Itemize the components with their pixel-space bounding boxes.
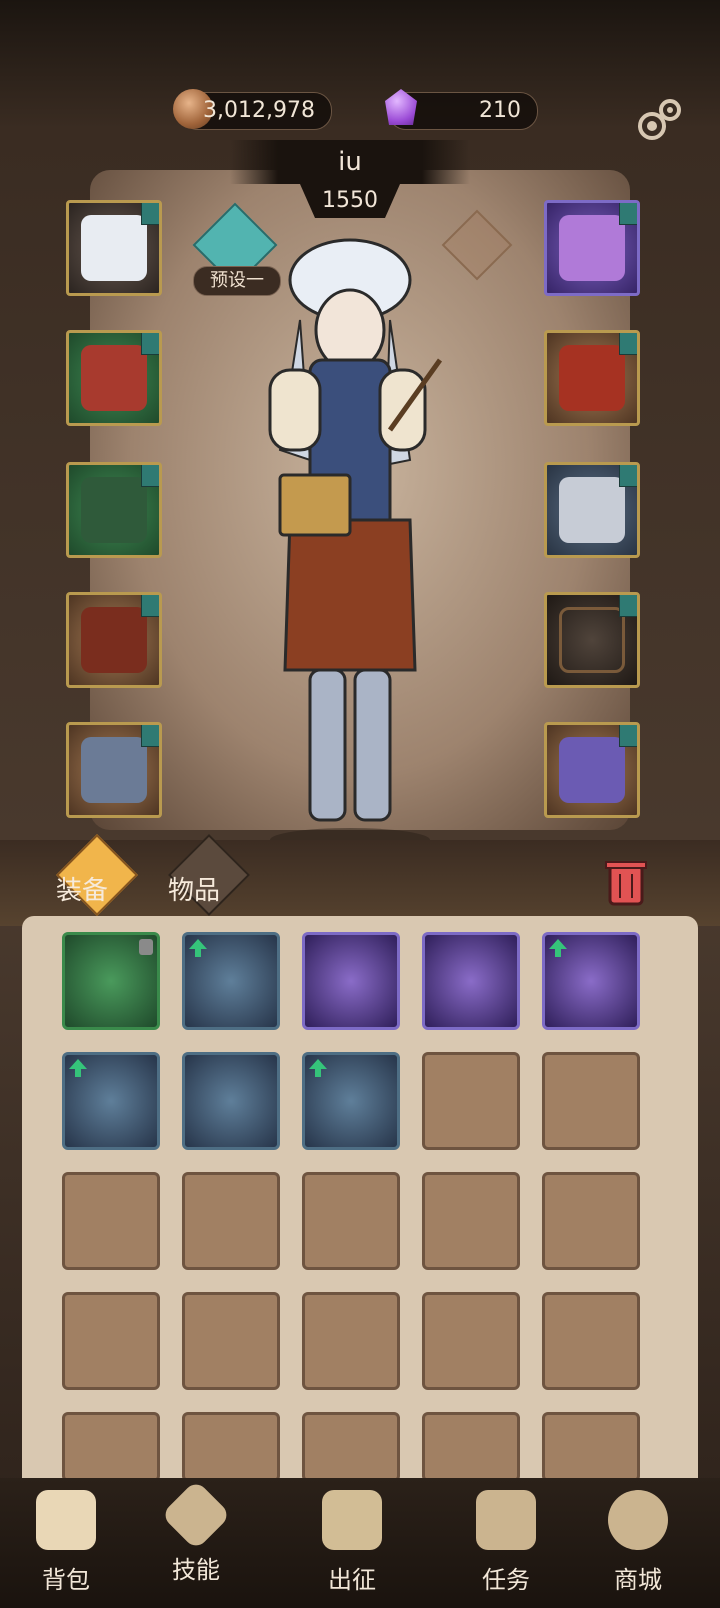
inventory-slot-empty[interactable] — [182, 1412, 280, 1482]
lock-badge-icon — [619, 725, 637, 747]
inventory-slot-empty[interactable] — [542, 1052, 640, 1150]
upgrade-arrow-icon — [309, 1059, 327, 1077]
staff-icon — [559, 607, 625, 673]
armor-icon — [81, 345, 147, 411]
lock-badge-icon — [619, 595, 637, 617]
cloak-icon — [81, 477, 147, 543]
nav-expedition[interactable]: 出征 — [302, 1490, 402, 1600]
inventory-slot-empty[interactable] — [542, 1292, 640, 1390]
upgrade-arrow-icon — [549, 939, 567, 957]
equip-slot-armor[interactable] — [66, 330, 162, 426]
upgrade-arrow-icon — [189, 939, 207, 957]
inventory-slot[interactable] — [302, 1052, 400, 1150]
trash-icon[interactable] — [596, 852, 656, 912]
lock-badge-icon — [619, 333, 637, 355]
coin-amount: 3,012,978 — [203, 98, 315, 123]
character-name: iu — [230, 140, 470, 184]
inventory-slot-empty[interactable] — [62, 1292, 160, 1390]
ring-icon — [559, 477, 625, 543]
gear-icon[interactable] — [632, 92, 688, 148]
gem-amount: 210 — [479, 98, 521, 123]
nav-backpack[interactable]: 背包 — [16, 1490, 116, 1600]
nav-label: 出征 — [328, 1566, 376, 1594]
lock-badge-icon — [141, 465, 159, 487]
inventory-slot-empty[interactable] — [62, 1412, 160, 1482]
equip-slot-ring[interactable] — [544, 462, 640, 558]
inventory-slot-empty[interactable] — [302, 1412, 400, 1482]
inventory-slot-empty[interactable] — [302, 1172, 400, 1270]
lock-badge-icon — [141, 203, 159, 225]
equip-slot-helmet[interactable] — [66, 200, 162, 296]
lock-badge-icon — [141, 595, 159, 617]
skills-icon — [160, 1479, 232, 1551]
equip-slot-boots[interactable] — [66, 722, 162, 818]
inventory-slot[interactable] — [302, 932, 400, 1030]
nav-label: 商城 — [614, 1566, 662, 1594]
inventory-slot-empty[interactable] — [182, 1292, 280, 1390]
lock-badge-icon — [141, 725, 159, 747]
equip-slot-pants[interactable] — [66, 592, 162, 688]
equip-slot-weapon[interactable] — [544, 592, 640, 688]
inventory-slot[interactable] — [422, 932, 520, 1030]
inventory-slot-empty[interactable] — [542, 1412, 640, 1482]
hero-character — [268, 238, 443, 852]
lock-badge-icon — [141, 333, 159, 355]
nav-skills[interactable]: 技能 — [146, 1479, 246, 1600]
inventory-slot-empty[interactable] — [422, 1412, 520, 1482]
nav-shop[interactable]: 商城 — [588, 1490, 688, 1600]
nav-label: 任务 — [482, 1566, 530, 1594]
expedition-icon — [322, 1490, 382, 1550]
inventory-slot-empty[interactable] — [422, 1172, 520, 1270]
top-bar: 3,012,978 210 — [0, 0, 720, 140]
gloves-icon — [559, 345, 625, 411]
gem-counter[interactable]: 210 — [385, 89, 538, 130]
equip-slot-gloves[interactable] — [544, 330, 640, 426]
character-power: 1550 — [300, 184, 400, 218]
inventory-slot-empty[interactable] — [302, 1292, 400, 1390]
inventory-slot[interactable] — [62, 1052, 160, 1150]
lock-badge-icon — [619, 203, 637, 225]
equip-slot-offhand[interactable] — [544, 722, 640, 818]
inventory-slot-empty[interactable] — [422, 1292, 520, 1390]
inventory-slot[interactable] — [182, 932, 280, 1030]
shop-icon — [608, 1490, 668, 1550]
tab-items[interactable]: 物品 — [168, 870, 220, 907]
tasks-icon — [476, 1490, 536, 1550]
nav-label: 技能 — [172, 1556, 220, 1584]
book-icon — [559, 737, 625, 803]
backpack-icon — [36, 1490, 96, 1550]
lock-badge-icon — [619, 465, 637, 487]
boots-icon — [81, 737, 147, 803]
inventory-slot[interactable] — [182, 1052, 280, 1150]
upgrade-arrow-icon — [69, 1059, 87, 1077]
tab-equipment[interactable]: 装备 — [56, 870, 108, 907]
nav-label: 背包 — [42, 1566, 90, 1594]
inventory-slot[interactable] — [62, 932, 160, 1030]
pants-icon — [81, 607, 147, 673]
inventory-slot-empty[interactable] — [422, 1052, 520, 1150]
amulet-icon — [559, 215, 625, 281]
equip-slot-amulet[interactable] — [544, 200, 640, 296]
padlock-icon — [139, 939, 153, 955]
coin-counter[interactable]: 3,012,978 — [173, 89, 332, 130]
equip-slot-cloak[interactable] — [66, 462, 162, 558]
inventory-slot[interactable] — [542, 932, 640, 1030]
gem-icon — [385, 89, 417, 125]
nav-tasks[interactable]: 任务 — [456, 1490, 556, 1600]
helmet-icon — [81, 215, 147, 281]
inventory-slot-empty[interactable] — [62, 1172, 160, 1270]
inventory-slot-empty[interactable] — [182, 1172, 280, 1270]
inventory-slot-empty[interactable] — [542, 1172, 640, 1270]
